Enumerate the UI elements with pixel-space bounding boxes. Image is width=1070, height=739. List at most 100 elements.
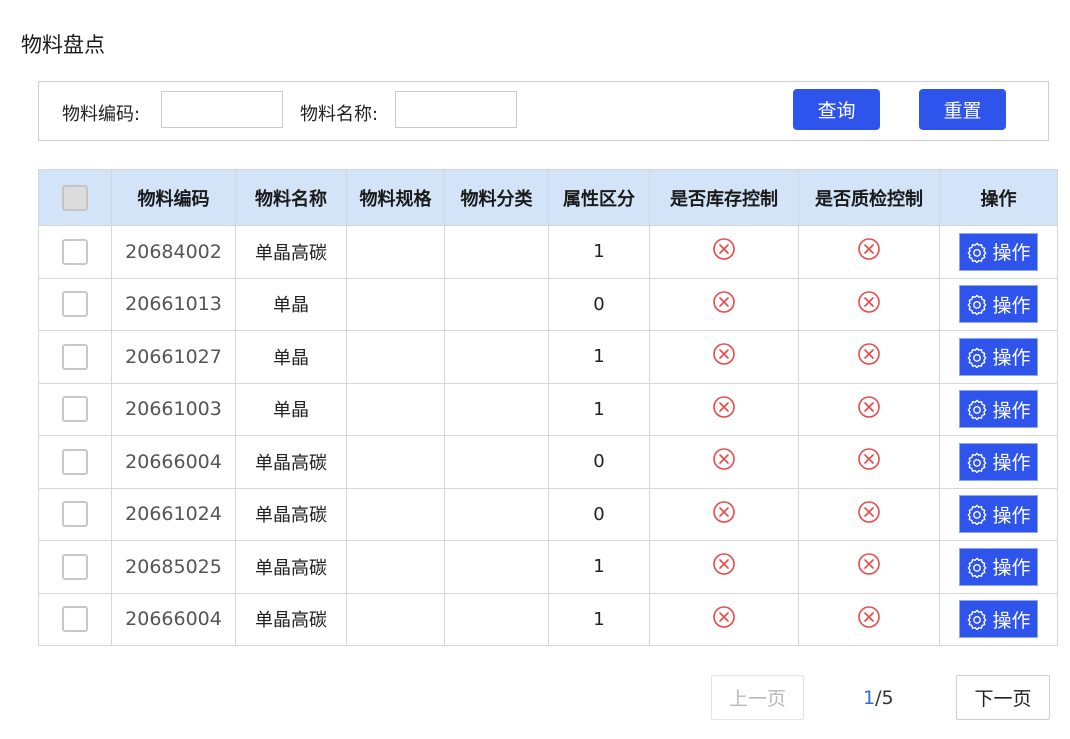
material-spec-cell (346, 330, 445, 384)
material-code-cell: 20685025 (111, 540, 236, 594)
column-header: 物料分类 (444, 169, 549, 226)
gear-icon (966, 241, 988, 263)
material-name-input[interactable] (395, 91, 517, 128)
row-checkbox[interactable] (62, 238, 88, 265)
stock-control-cell (649, 592, 799, 646)
material-code-cell: 20661024 (111, 487, 236, 541)
reset-button[interactable]: 重置 (919, 89, 1006, 130)
attribute-cell: 1 (548, 592, 650, 646)
operate-button[interactable]: 操作 (959, 232, 1038, 271)
table-row: 20666004 单晶高碳 1 操作 (38, 592, 1058, 646)
material-category-cell (444, 225, 549, 279)
material-name-cell: 单晶高碳 (235, 592, 347, 646)
material-spec-cell (346, 225, 445, 279)
table-row: 20684002 单晶高碳 1 操作 (38, 225, 1058, 279)
column-header: 物料编码 (111, 169, 236, 226)
action-cell: 操作 (939, 382, 1058, 436)
operate-button[interactable]: 操作 (959, 390, 1038, 429)
select-all-checkbox[interactable] (62, 184, 88, 211)
x-circle-icon (712, 237, 736, 266)
column-header: 操作 (939, 169, 1058, 226)
operate-button[interactable]: 操作 (959, 337, 1038, 376)
gear-icon (966, 556, 988, 578)
operate-label: 操作 (992, 242, 1031, 265)
table-row: 20666004 单晶高碳 0 操作 (38, 435, 1058, 489)
column-header: 物料名称 (235, 169, 347, 226)
action-cell: 操作 (939, 487, 1058, 541)
row-checkbox[interactable] (62, 448, 88, 475)
operate-label: 操作 (992, 504, 1031, 527)
material-category-cell (444, 487, 549, 541)
action-cell: 操作 (939, 592, 1058, 646)
gear-icon (966, 346, 988, 368)
operate-button[interactable]: 操作 (959, 600, 1038, 639)
material-code-cell: 20661003 (111, 382, 236, 436)
material-name-cell: 单晶高碳 (235, 540, 347, 594)
material-category-cell (444, 330, 549, 384)
stock-control-cell (649, 435, 799, 489)
x-circle-icon (857, 290, 881, 319)
operate-button[interactable]: 操作 (959, 495, 1038, 534)
material-code-cell: 20666004 (111, 435, 236, 489)
operate-button[interactable]: 操作 (959, 285, 1038, 324)
material-category-cell (444, 277, 549, 331)
row-checkbox[interactable] (62, 396, 88, 423)
select-cell (38, 540, 112, 594)
material-spec-cell (346, 592, 445, 646)
material-category-cell (444, 540, 549, 594)
row-checkbox[interactable] (62, 343, 88, 370)
x-circle-icon (712, 447, 736, 476)
material-name-cell: 单晶 (235, 382, 347, 436)
operate-button[interactable]: 操作 (959, 442, 1038, 481)
stock-control-cell (649, 487, 799, 541)
material-code-input[interactable] (161, 91, 283, 128)
x-circle-icon (857, 342, 881, 371)
material-category-cell (444, 592, 549, 646)
table-row: 20685025 单晶高碳 1 操作 (38, 540, 1058, 594)
action-cell: 操作 (939, 435, 1058, 489)
x-circle-icon (712, 290, 736, 319)
x-circle-icon (857, 605, 881, 634)
row-checkbox[interactable] (62, 553, 88, 580)
operate-label: 操作 (992, 294, 1031, 317)
stock-control-cell (649, 382, 799, 436)
query-button[interactable]: 查询 (793, 89, 880, 130)
select-cell (38, 382, 112, 436)
stock-control-cell (649, 225, 799, 279)
attribute-cell: 0 (548, 277, 650, 331)
select-cell (38, 592, 112, 646)
stock-control-cell (649, 540, 799, 594)
prev-page-button[interactable]: 上一页 (711, 675, 804, 720)
attribute-cell: 1 (548, 330, 650, 384)
qc-control-cell (798, 540, 940, 594)
attribute-cell: 0 (548, 435, 650, 489)
column-header: 是否库存控制 (649, 169, 799, 226)
row-checkbox[interactable] (62, 291, 88, 318)
operate-label: 操作 (992, 609, 1031, 632)
x-circle-icon (857, 395, 881, 424)
stock-control-cell (649, 277, 799, 331)
row-checkbox[interactable] (62, 501, 88, 528)
material-code-cell: 20661013 (111, 277, 236, 331)
material-spec-cell (346, 382, 445, 436)
qc-control-cell (798, 592, 940, 646)
operate-label: 操作 (992, 557, 1031, 580)
select-all-cell (38, 169, 112, 226)
page-indicator: 1/5 (863, 687, 894, 709)
action-cell: 操作 (939, 225, 1058, 279)
table-header-row: 物料编码 物料名称 物料规格 物料分类 属性区分 是否库存控制 是否质检控制 操… (38, 169, 1058, 226)
material-code-cell: 20666004 (111, 592, 236, 646)
action-cell: 操作 (939, 540, 1058, 594)
material-name-cell: 单晶 (235, 277, 347, 331)
next-page-button[interactable]: 下一页 (956, 675, 1050, 720)
gear-icon (966, 398, 988, 421)
column-header: 物料规格 (346, 169, 445, 226)
x-circle-icon (857, 447, 881, 476)
table-row: 20661027 单晶 1 操作 (38, 330, 1058, 384)
row-checkbox[interactable] (62, 606, 88, 633)
select-cell (38, 330, 112, 384)
current-page: 1 (863, 687, 876, 709)
attribute-cell: 0 (548, 487, 650, 541)
qc-control-cell (798, 330, 940, 384)
operate-button[interactable]: 操作 (959, 547, 1038, 586)
